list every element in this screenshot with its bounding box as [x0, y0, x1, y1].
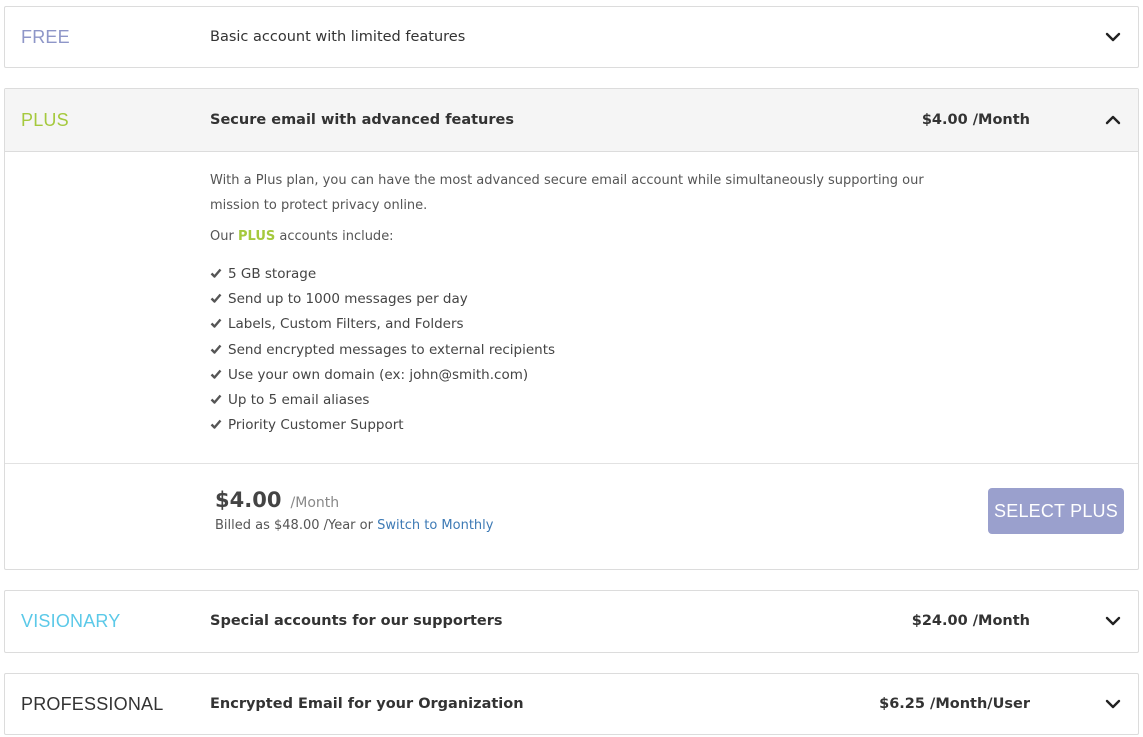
feature-list: 5 GB storage Send up to 1000 messages pe… [210, 262, 555, 438]
include-highlight: PLUS [238, 229, 275, 244]
plan-header-plus[interactable]: PLUS Secure email with advanced features… [5, 89, 1138, 152]
plan-intro-text: With a Plus plan, you can have the most … [210, 168, 950, 218]
plan-name-plus: PLUS [21, 89, 69, 151]
plan-price-visionary: $24.00 /Month [912, 591, 1030, 651]
plan-header-visionary[interactable]: VISIONARY Special accounts for our suppo… [5, 591, 1138, 651]
chevron-down-icon[interactable] [1104, 695, 1122, 713]
feature-text: Up to 5 email aliases [228, 392, 369, 408]
chevron-up-icon[interactable] [1104, 111, 1122, 129]
check-icon [210, 267, 222, 279]
check-icon [210, 292, 222, 304]
feature-item: Use your own domain (ex: john@smith.com) [210, 363, 555, 388]
plan-description-professional: Encrypted Email for your Organization [210, 674, 524, 734]
plan-description-free: Basic account with limited features [210, 7, 465, 67]
plan-price-plus: $4.00 /Month [922, 89, 1030, 151]
plan-panel-visionary: VISIONARY Special accounts for our suppo… [4, 590, 1139, 653]
plan-name-professional: PROFESSIONAL [21, 674, 163, 734]
feature-text: Send encrypted messages to external reci… [228, 342, 555, 358]
plan-panel-professional: PROFESSIONAL Encrypted Email for your Or… [4, 673, 1139, 735]
switch-to-monthly-link[interactable]: Switch to Monthly [377, 518, 493, 533]
feature-item: 5 GB storage [210, 262, 555, 287]
check-icon [210, 418, 222, 430]
check-icon [210, 317, 222, 329]
plan-description-visionary: Special accounts for our supporters [210, 591, 503, 651]
feature-text: Labels, Custom Filters, and Folders [228, 316, 464, 332]
feature-item: Priority Customer Support [210, 413, 555, 438]
feature-text: 5 GB storage [228, 266, 316, 282]
plan-panel-plus: PLUS Secure email with advanced features… [4, 88, 1139, 570]
include-suffix: accounts include: [279, 229, 393, 244]
feature-item: Up to 5 email aliases [210, 388, 555, 413]
plan-panel-free: FREE Basic account with limited features [4, 6, 1139, 68]
plan-include-heading: Our PLUS accounts include: [210, 229, 394, 244]
check-icon [210, 343, 222, 355]
feature-text: Priority Customer Support [228, 417, 404, 433]
plan-divider [5, 463, 1138, 464]
plan-footer-price: $4.00 /Month [215, 488, 339, 512]
feature-item: Send up to 1000 messages per day [210, 287, 555, 312]
chevron-down-icon[interactable] [1104, 28, 1122, 46]
include-prefix: Our [210, 229, 234, 244]
plan-description-plus: Secure email with advanced features [210, 89, 514, 151]
feature-item: Labels, Custom Filters, and Folders [210, 312, 555, 337]
plan-name-free: FREE [21, 7, 70, 67]
feature-text: Send up to 1000 messages per day [228, 291, 468, 307]
billing-text: Billed as $48.00 /Year or [215, 518, 373, 533]
plan-name-visionary: VISIONARY [21, 591, 121, 651]
check-icon [210, 368, 222, 380]
select-plus-button[interactable]: SELECT PLUS [988, 488, 1124, 534]
plan-header-free[interactable]: FREE Basic account with limited features [5, 7, 1138, 67]
feature-text: Use your own domain (ex: john@smith.com) [228, 367, 528, 383]
plan-header-professional[interactable]: PROFESSIONAL Encrypted Email for your Or… [5, 674, 1138, 734]
price-period: /Month [291, 495, 340, 511]
chevron-down-icon[interactable] [1104, 612, 1122, 630]
plan-price-professional: $6.25 /Month/User [879, 674, 1030, 734]
feature-item: Send encrypted messages to external reci… [210, 338, 555, 363]
price-amount: $4.00 [215, 488, 281, 512]
check-icon [210, 393, 222, 405]
billing-info: Billed as $48.00 /Year or Switch to Mont… [215, 518, 493, 533]
